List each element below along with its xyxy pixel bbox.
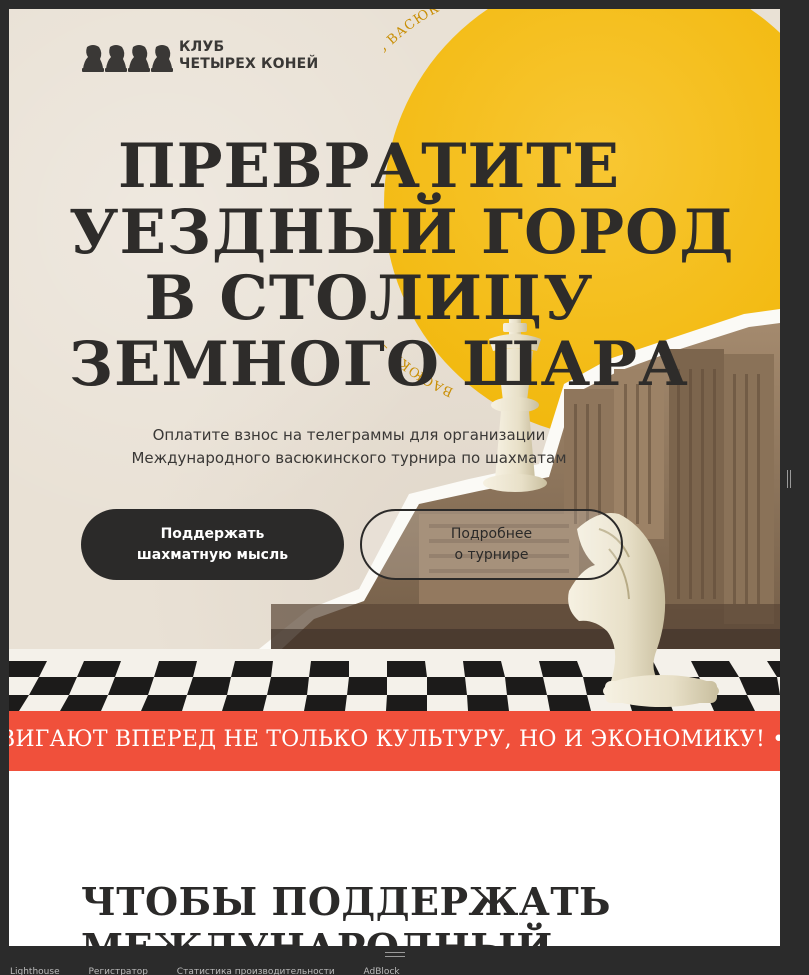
headline-line-3: В СТОЛИЦУ — [144, 263, 594, 334]
subtitle-line-1: Оплатите взнос на телеграммы для организ… — [152, 426, 546, 444]
tournament-details-button-label: Подробнее о турнире — [450, 525, 533, 563]
logo-line-1: КЛУБ — [179, 39, 225, 55]
hero-subtitle: Оплатите взнос на телеграммы для организ… — [89, 424, 609, 470]
logo-line-2: ЧЕТЫРЕХ КОНЕЙ — [179, 56, 319, 72]
devtools-tab-bar: Lighthouse Регистратор Статистика произв… — [10, 966, 790, 975]
headline-line-2: УЕЗДНЫЙ ГОРОД — [69, 197, 735, 268]
four-knights-logo-icon — [82, 45, 173, 72]
window-frame-top — [0, 0, 809, 9]
window-frame-left — [0, 0, 9, 975]
devtools-tab-lighthouse[interactable]: Lighthouse — [10, 967, 60, 975]
support-chess-button-label: Поддержать шахматную мысль — [136, 525, 289, 563]
hero-section: ВАСЮКИ — НЬЮ-МОСКВА · СИГНАЛ С МАРСА · И… — [9, 9, 780, 711]
devtools-tab-recorder[interactable]: Регистратор — [88, 967, 147, 975]
section-title-line-2: МЕЖДУНАРОДНЫЙ — [81, 925, 681, 946]
support-chess-button[interactable]: Поддержать шахматную мысль — [81, 509, 344, 580]
tournament-details-button[interactable]: Подробнее о турнире — [360, 509, 623, 580]
devtools-tab-adblock[interactable]: AdBlock — [364, 967, 400, 975]
headline-line-4: ЗЕМНОГО ШАРА — [69, 329, 689, 400]
window-frame-right — [780, 0, 809, 975]
vertical-resize-handle[interactable] — [787, 470, 791, 488]
ticker-text: ВИГАЮТ ВПЕРЕД НЕ ТОЛЬКО КУЛЬТУРУ, НО И Э… — [9, 727, 780, 752]
logo-text: КЛУБ ЧЕТЫРЕХ КОНЕЙ — [179, 39, 318, 73]
page-viewport[interactable]: ВАСЮКИ — НЬЮ-МОСКВА · СИГНАЛ С МАРСА · И… — [9, 9, 780, 946]
devtools-tab-performance-insights[interactable]: Статистика производительности — [177, 967, 335, 975]
site-logo[interactable]: КЛУБ ЧЕТЫРЕХ КОНЕЙ — [81, 39, 318, 73]
subtitle-line-2: Международного васюкинского турнира по ш… — [131, 449, 567, 467]
hero-headline: ПРЕВРАТИТЕ УЕЗДНЫЙ ГОРОД В СТОЛИЦУ ЗЕМНО… — [69, 131, 735, 400]
running-ticker: ВИГАЮТ ВПЕРЕД НЕ ТОЛЬКО КУЛЬТУРУ, НО И Э… — [9, 711, 780, 771]
section-title: ЧТОБЫ ПОДДЕРЖАТЬ МЕЖДУНАРОДНЫЙ — [81, 879, 681, 946]
horizontal-resize-handle[interactable] — [385, 952, 405, 957]
headline-line-1: ПРЕВРАТИТЕ — [118, 131, 620, 202]
section-title-line-1: ЧТОБЫ ПОДДЕРЖАТЬ — [81, 879, 611, 924]
